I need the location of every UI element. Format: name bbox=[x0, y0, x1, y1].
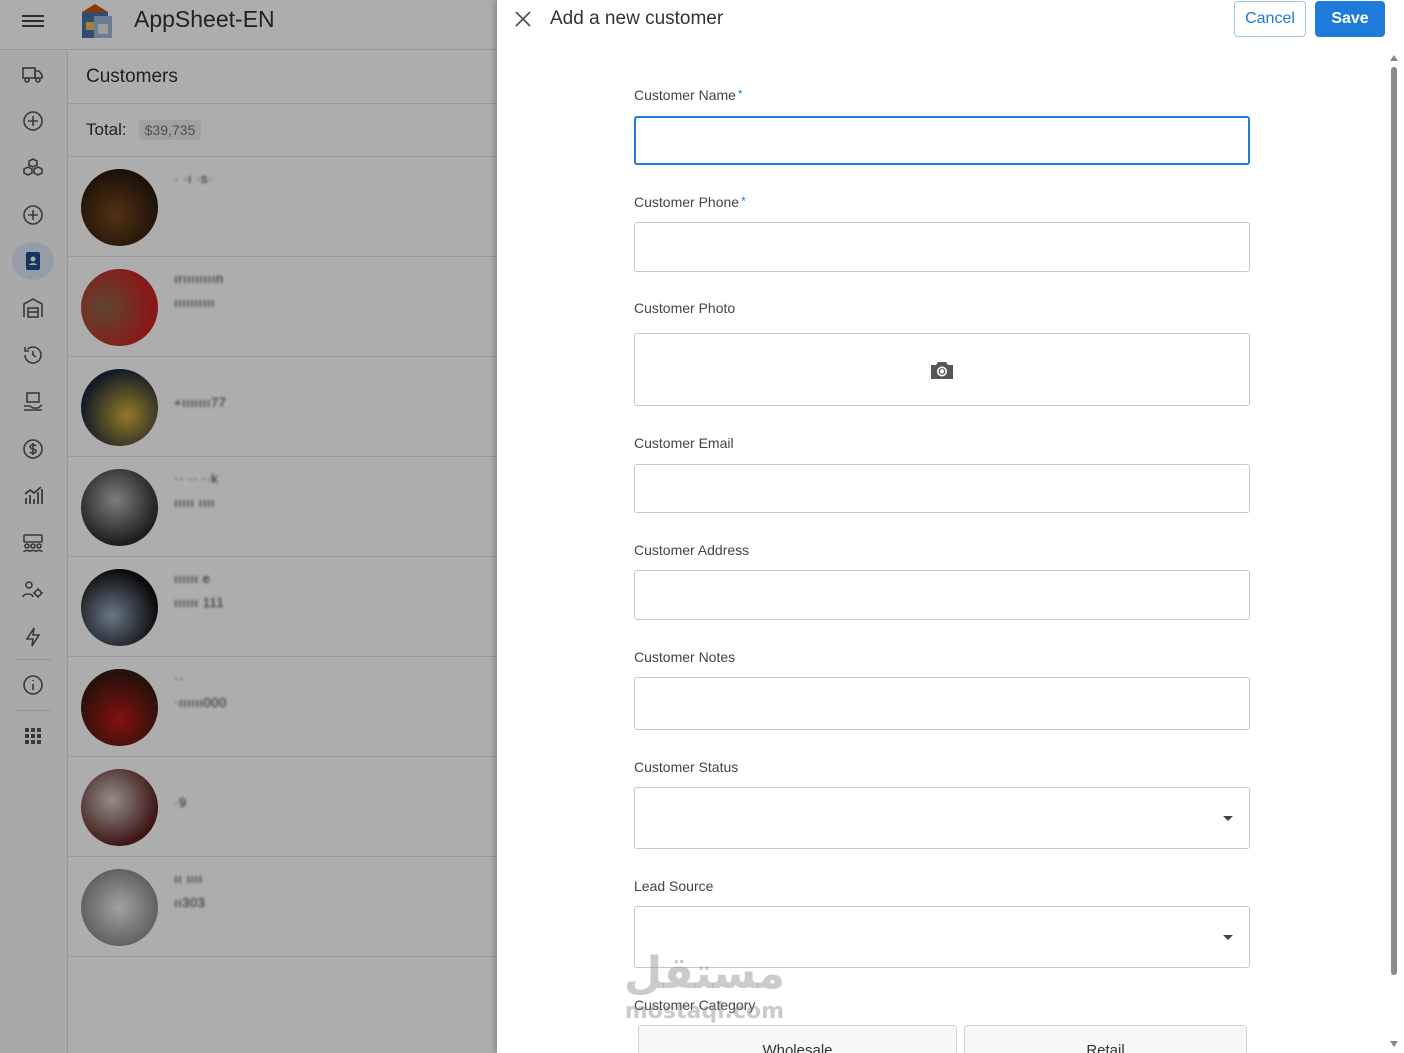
customer-photo-picker[interactable] bbox=[634, 333, 1250, 406]
category-option-wholesale[interactable]: Wholesale bbox=[638, 1025, 957, 1053]
customer-phone-label: Customer Phone * bbox=[634, 194, 746, 210]
customer-name-label-text: Customer Name bbox=[634, 87, 736, 103]
chevron-down-icon bbox=[1223, 935, 1233, 940]
customer-photo-label: Customer Photo bbox=[634, 300, 736, 316]
scrollbar-thumb[interactable] bbox=[1391, 67, 1397, 975]
customer-email-input[interactable] bbox=[634, 464, 1250, 513]
customer-status-select[interactable] bbox=[634, 787, 1250, 849]
customer-email-label: Customer Email bbox=[634, 435, 734, 451]
customer-name-label: Customer Name * bbox=[634, 87, 743, 103]
scrollbar[interactable] bbox=[1388, 55, 1400, 1053]
customer-phone-label-text: Customer Phone bbox=[634, 194, 740, 210]
customer-category-label: Customer Category bbox=[634, 997, 756, 1013]
dialog-title: Add a new customer bbox=[550, 8, 724, 29]
customer-phone-input[interactable] bbox=[634, 222, 1250, 272]
scroll-down-arrow-icon[interactable] bbox=[1390, 1041, 1398, 1047]
category-option-retail[interactable]: Retail bbox=[964, 1025, 1247, 1053]
customer-name-input[interactable] bbox=[634, 116, 1250, 165]
customer-address-input[interactable] bbox=[634, 570, 1250, 620]
customer-notes-label: Customer Notes bbox=[634, 649, 736, 665]
chevron-down-icon bbox=[1223, 816, 1233, 821]
close-icon[interactable] bbox=[513, 9, 533, 29]
lead-source-label: Lead Source bbox=[634, 878, 714, 894]
cancel-button[interactable]: Cancel bbox=[1234, 1, 1306, 37]
lead-source-select[interactable] bbox=[634, 906, 1250, 968]
scroll-up-arrow-icon[interactable] bbox=[1390, 55, 1398, 61]
modal-backdrop[interactable] bbox=[0, 0, 497, 1053]
required-marker: * bbox=[737, 87, 743, 101]
customer-notes-input[interactable] bbox=[634, 677, 1250, 730]
customer-status-label: Customer Status bbox=[634, 759, 739, 775]
add-customer-dialog: Add a new customer Cancel Save Customer … bbox=[497, 0, 1404, 1053]
customer-address-label: Customer Address bbox=[634, 542, 750, 558]
save-button[interactable]: Save bbox=[1315, 1, 1385, 37]
required-marker: * bbox=[741, 194, 746, 208]
camera-icon bbox=[931, 361, 953, 379]
